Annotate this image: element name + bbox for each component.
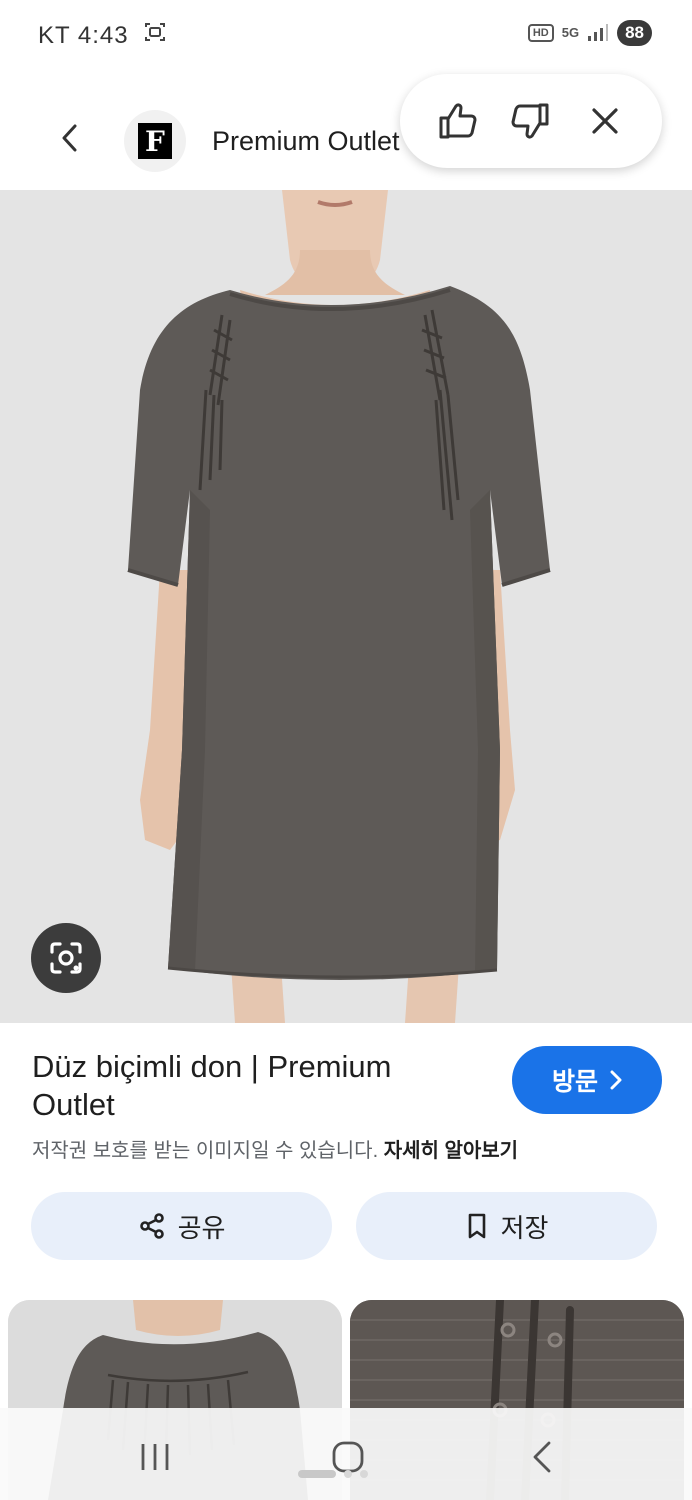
copyright-notice: 저작권 보호를 받는 이미지일 수 있습니다. 자세히 알아보기 bbox=[32, 1134, 518, 1163]
site-name[interactable]: Premium Outlet bbox=[212, 126, 412, 157]
product-image[interactable] bbox=[0, 190, 692, 1023]
copyright-text: 저작권 보호를 받는 이미지일 수 있습니다. bbox=[32, 1140, 379, 1162]
site-logo-mark: F bbox=[138, 123, 172, 159]
learn-more-link[interactable]: 자세히 알아보기 bbox=[384, 1140, 518, 1162]
home-icon bbox=[332, 1441, 364, 1473]
network-badge: 5G bbox=[561, 25, 580, 40]
page-indicator-active bbox=[298, 1470, 336, 1478]
feedback-pill bbox=[400, 74, 662, 168]
thumbs-up-icon[interactable] bbox=[432, 96, 482, 146]
bookmark-icon bbox=[468, 1213, 485, 1239]
save-button[interactable]: 저장 bbox=[356, 1192, 657, 1260]
google-lens-button[interactable] bbox=[31, 923, 101, 993]
lens-icon bbox=[50, 942, 82, 974]
thumbs-down-icon[interactable] bbox=[506, 96, 556, 146]
visit-button-label: 방문 bbox=[551, 1068, 598, 1096]
back-button[interactable] bbox=[50, 118, 90, 158]
back-arrow-icon bbox=[533, 1441, 551, 1473]
status-right: HD 5G 88 bbox=[527, 20, 652, 46]
chevron-right-icon bbox=[610, 1070, 622, 1090]
system-back-button[interactable] bbox=[512, 1432, 572, 1482]
status-left: KT 4:43 bbox=[38, 20, 167, 51]
carrier-time: KT 4:43 bbox=[38, 21, 129, 49]
hd-badge: HD bbox=[527, 24, 554, 42]
page-indicator bbox=[298, 1470, 368, 1478]
close-icon[interactable] bbox=[580, 96, 630, 146]
page-indicator-dot bbox=[344, 1470, 352, 1478]
status-bar: KT 4:43 HD 5G 88 bbox=[0, 0, 692, 70]
screenshot-icon bbox=[143, 20, 167, 51]
site-logo[interactable]: F bbox=[124, 110, 186, 172]
share-label: 공유 bbox=[177, 1212, 226, 1243]
recent-apps-icon bbox=[141, 1444, 169, 1470]
result-title[interactable]: Düz biçimli don | Premium Outlet bbox=[32, 1048, 472, 1124]
visit-button[interactable]: 방문 bbox=[512, 1046, 662, 1114]
save-label: 저장 bbox=[500, 1212, 549, 1243]
recent-apps-button[interactable] bbox=[125, 1432, 185, 1482]
system-nav-bar bbox=[0, 1408, 692, 1500]
share-icon bbox=[139, 1213, 164, 1239]
chevron-left-icon bbox=[62, 124, 77, 152]
page-indicator-dot bbox=[360, 1470, 368, 1478]
share-button[interactable]: 공유 bbox=[31, 1192, 332, 1260]
battery-badge: 88 bbox=[617, 20, 652, 46]
dress-illustration bbox=[0, 190, 692, 1023]
signal-icon bbox=[587, 22, 609, 45]
